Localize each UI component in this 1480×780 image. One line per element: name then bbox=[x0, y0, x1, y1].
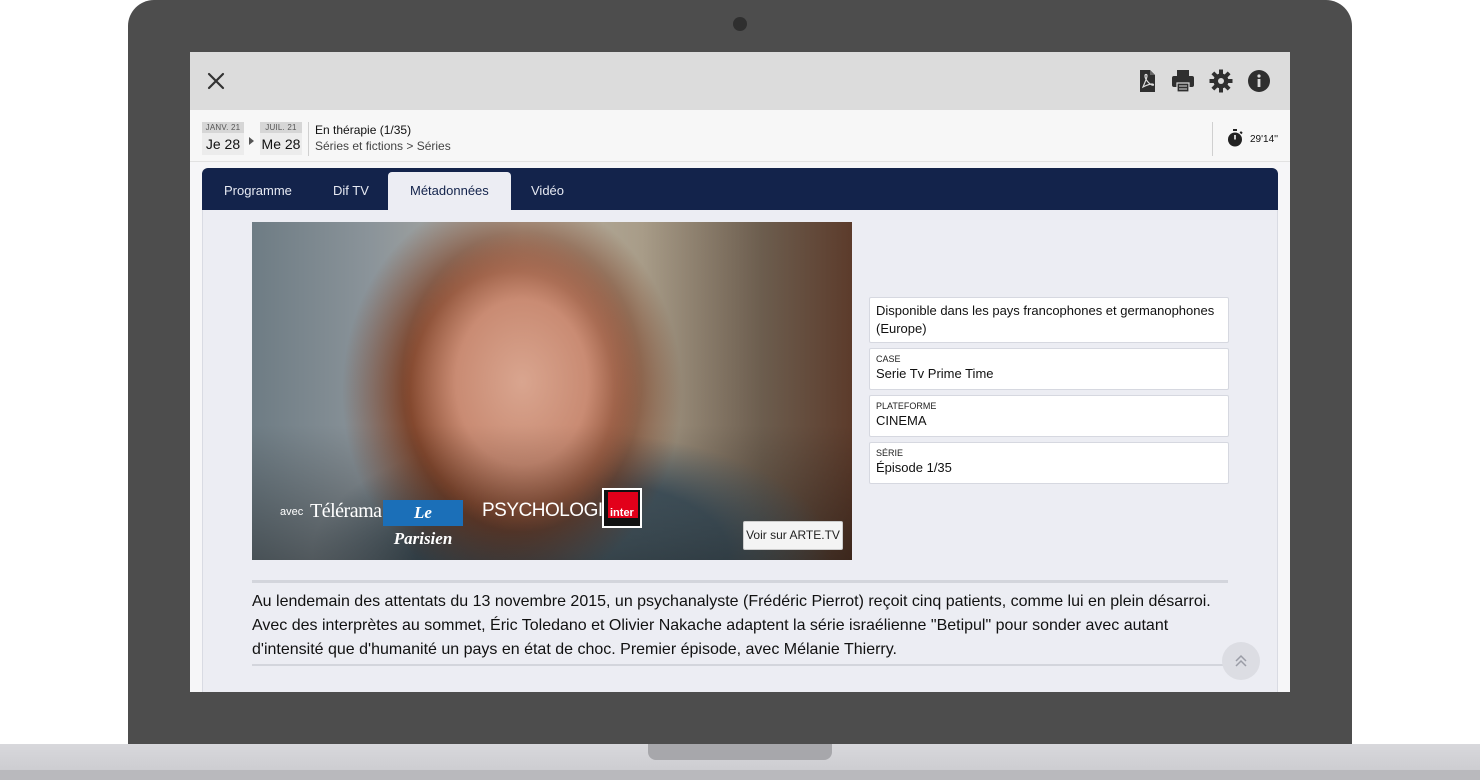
synopsis-text: Au lendemain des attentats du 13 novembr… bbox=[252, 593, 1211, 658]
scroll-to-top-button[interactable] bbox=[1222, 642, 1260, 680]
duration: 29'14'' bbox=[1250, 134, 1278, 145]
start-month: JANV. 21 bbox=[202, 122, 244, 133]
france-inter-logo: inter bbox=[602, 488, 642, 528]
tab-bar: Programme Dif TV Métadonnées Vidéo bbox=[202, 168, 1278, 210]
le-parisien-logo: Le Parisien bbox=[383, 500, 463, 548]
app-window: JANV. 21 Je 28 JUIL. 21 Me 28 En thérapi… bbox=[190, 52, 1290, 692]
divider bbox=[252, 664, 1228, 666]
tab-dif-tv[interactable]: Dif TV bbox=[311, 172, 391, 210]
date-arrow-icon bbox=[249, 137, 254, 145]
tab-programme[interactable]: Programme bbox=[202, 172, 314, 210]
telerama-logo: Télérama bbox=[310, 500, 382, 522]
meta-field-plateforme: PLATEFORME CINEMA bbox=[869, 395, 1229, 437]
divider bbox=[252, 580, 1228, 583]
watch-on-arte-button[interactable]: Voir sur ARTE.TV bbox=[743, 521, 843, 550]
laptop-base-edge bbox=[0, 770, 1480, 780]
meta-value: Serie Tv Prime Time bbox=[876, 366, 994, 381]
program-title: En thérapie (1/35) bbox=[315, 123, 412, 137]
pdf-icon[interactable] bbox=[1134, 68, 1160, 94]
partners-prefix: avec bbox=[280, 506, 304, 518]
divider bbox=[308, 122, 309, 156]
availability-text: Disponible dans les pays francophones et… bbox=[876, 303, 1215, 336]
divider bbox=[1212, 122, 1213, 156]
start-day: Je 28 bbox=[202, 133, 244, 155]
end-date: JUIL. 21 Me 28 bbox=[260, 122, 302, 155]
schedule-bar: JANV. 21 Je 28 JUIL. 21 Me 28 En thérapi… bbox=[190, 110, 1290, 162]
program-category: Séries et fictions > Séries bbox=[315, 139, 451, 153]
meta-label: SÉRIE bbox=[876, 448, 904, 458]
meta-value: Épisode 1/35 bbox=[876, 460, 952, 475]
tab-metadonnees[interactable]: Métadonnées bbox=[388, 172, 511, 210]
end-month: JUIL. 21 bbox=[260, 122, 302, 133]
meta-label: CASE bbox=[876, 354, 901, 364]
program-image: avec Télérama Le Parisien PSYCHOLOGIES i… bbox=[252, 222, 852, 560]
gear-icon[interactable] bbox=[1208, 68, 1234, 94]
availability-card: Disponible dans les pays francophones et… bbox=[869, 297, 1229, 343]
meta-field-case: CASE Serie Tv Prime Time bbox=[869, 348, 1229, 390]
meta-value: CINEMA bbox=[876, 413, 927, 428]
close-icon[interactable] bbox=[204, 69, 228, 93]
camera bbox=[733, 17, 747, 31]
meta-field-serie: SÉRIE Épisode 1/35 bbox=[869, 442, 1229, 484]
stopwatch-icon bbox=[1226, 129, 1244, 147]
end-day: Me 28 bbox=[260, 133, 302, 155]
print-icon[interactable] bbox=[1170, 68, 1196, 94]
info-icon[interactable] bbox=[1246, 68, 1272, 94]
start-date: JANV. 21 Je 28 bbox=[202, 122, 244, 155]
laptop-notch bbox=[648, 744, 832, 760]
tab-video[interactable]: Vidéo bbox=[509, 172, 586, 210]
double-chevron-up-icon bbox=[1235, 654, 1247, 667]
top-toolbar bbox=[190, 52, 1290, 110]
meta-label: PLATEFORME bbox=[876, 401, 937, 411]
